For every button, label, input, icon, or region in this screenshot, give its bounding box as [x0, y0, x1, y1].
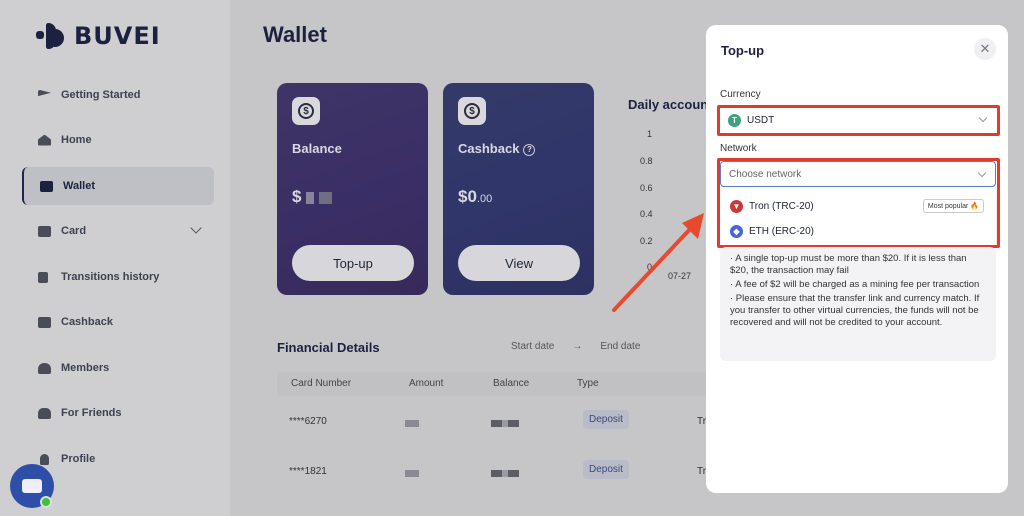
flag-icon: [38, 89, 51, 101]
arrow-right-icon: →: [572, 341, 583, 352]
column-header: Type: [577, 378, 599, 389]
document-icon: [38, 271, 51, 283]
balance-card: $ Balance $ Top-up: [277, 83, 428, 295]
sidebar-item-card[interactable]: Card: [22, 212, 214, 250]
type-badge: Deposit: [583, 460, 629, 479]
amount-blurred: [405, 420, 419, 427]
cashback-value-decimal: .00: [476, 193, 493, 205]
sidebar-item-label: Wallet: [63, 180, 95, 192]
sidebar-item-for-friends[interactable]: For Friends: [22, 394, 214, 432]
sidebar-item-home[interactable]: Home: [22, 121, 214, 159]
start-date-input[interactable]: Start date: [511, 341, 554, 352]
page-title: Wallet: [263, 22, 327, 47]
cashback-label: Cashback?: [458, 141, 536, 156]
row-extra: Tr: [697, 416, 707, 427]
table-row[interactable]: ****6270 Deposit Tr: [277, 404, 707, 442]
network-label: Network: [720, 143, 757, 154]
daily-account-title: Daily account: [628, 97, 713, 112]
column-header: Card Number: [291, 378, 352, 389]
top-up-notes: · A single top-up must be more than $20.…: [720, 247, 996, 361]
cashback-card: $ Cashback? $0.00 View: [443, 83, 594, 295]
sidebar-item-label: Transitions history: [61, 271, 160, 283]
help-icon[interactable]: ?: [523, 143, 536, 156]
sidebar-item-label: Profile: [61, 453, 96, 465]
close-icon[interactable]: ✕: [974, 38, 996, 60]
members-icon: [38, 362, 51, 374]
dollar-icon: $: [458, 97, 486, 125]
y-tick: 0.6: [640, 183, 653, 193]
friends-icon: [38, 407, 51, 419]
cashback-label-text: Cashback: [458, 141, 520, 156]
sidebar-item-getting-started[interactable]: Getting Started: [22, 76, 214, 114]
financial-details-title: Financial Details: [277, 340, 380, 355]
sidebar-item-cashback[interactable]: Cashback: [22, 303, 214, 341]
highlight-box: [717, 105, 1000, 136]
balance-amount-blurred: [306, 191, 333, 204]
logo-mark-icon: [36, 23, 66, 49]
top-up-button[interactable]: Top-up: [292, 245, 414, 281]
sidebar-item-label: Getting Started: [61, 89, 141, 101]
highlight-box: [717, 158, 1000, 248]
sidebar-item-transitions-history[interactable]: Transitions history: [22, 258, 214, 296]
sidebar-item-label: Cashback: [61, 316, 113, 328]
modal-title: Top-up: [721, 43, 765, 58]
sidebar-item-label: Home: [61, 134, 92, 146]
sidebar-item-wallet[interactable]: Wallet: [22, 167, 214, 205]
y-tick: 1: [647, 129, 653, 139]
row-extra: Tr: [697, 466, 707, 477]
table-row[interactable]: ****1821 Deposit Tr: [277, 454, 707, 492]
column-header: Amount: [409, 378, 444, 389]
brand-logo[interactable]: BUVEI: [36, 22, 161, 50]
note-text: · A fee of $2 will be charged as a minin…: [730, 279, 980, 290]
sidebar-item-label: Card: [61, 225, 87, 237]
top-up-modal: Top-up ✕ Currency T USDT Network Choose …: [706, 25, 1008, 493]
type-badge: Deposit: [583, 410, 629, 429]
note-text: · Please ensure that the transfer link a…: [730, 293, 980, 328]
date-range-picker[interactable]: Start date → End date: [511, 341, 640, 352]
view-button[interactable]: View: [458, 245, 580, 281]
end-date-input[interactable]: End date: [600, 341, 640, 352]
annotation-arrow-icon: [612, 213, 704, 312]
sidebar-item-members[interactable]: Members: [22, 349, 214, 387]
chevron-down-icon[interactable]: [190, 222, 202, 234]
y-tick: 0.8: [640, 156, 653, 166]
home-icon: [38, 134, 51, 146]
note-text: · A single top-up must be more than $20.…: [730, 253, 967, 276]
currency-symbol: $: [292, 187, 302, 206]
balance-label: Balance: [292, 141, 342, 156]
dollar-icon: $: [292, 97, 320, 125]
balance-value: $: [292, 187, 333, 207]
sidebar: BUVEI Getting Started Home Wallet Card T…: [0, 0, 230, 516]
sidebar-item-profile[interactable]: Profile: [22, 440, 214, 478]
column-header: Balance: [493, 378, 530, 389]
profile-icon: [38, 453, 51, 465]
amount-blurred: [405, 470, 419, 477]
online-status-dot: [40, 496, 52, 508]
credit-card-icon: [38, 225, 51, 237]
currency-label: Currency: [720, 89, 761, 100]
table-header: Card Number Amount Balance Type: [277, 372, 707, 396]
balance-blurred: [491, 420, 519, 427]
balance-blurred: [491, 470, 519, 477]
chat-icon: [22, 479, 42, 493]
sidebar-item-label: Members: [61, 362, 110, 374]
cashback-value-main: $0: [458, 187, 477, 206]
cashback-value: $0.00: [458, 187, 492, 207]
cashback-icon: [38, 316, 51, 328]
brand-name: BUVEI: [74, 22, 161, 50]
wallet-icon: [40, 180, 53, 192]
card-number: ****6270: [289, 416, 327, 427]
sidebar-item-label: For Friends: [61, 407, 122, 419]
card-number: ****1821: [289, 466, 327, 477]
